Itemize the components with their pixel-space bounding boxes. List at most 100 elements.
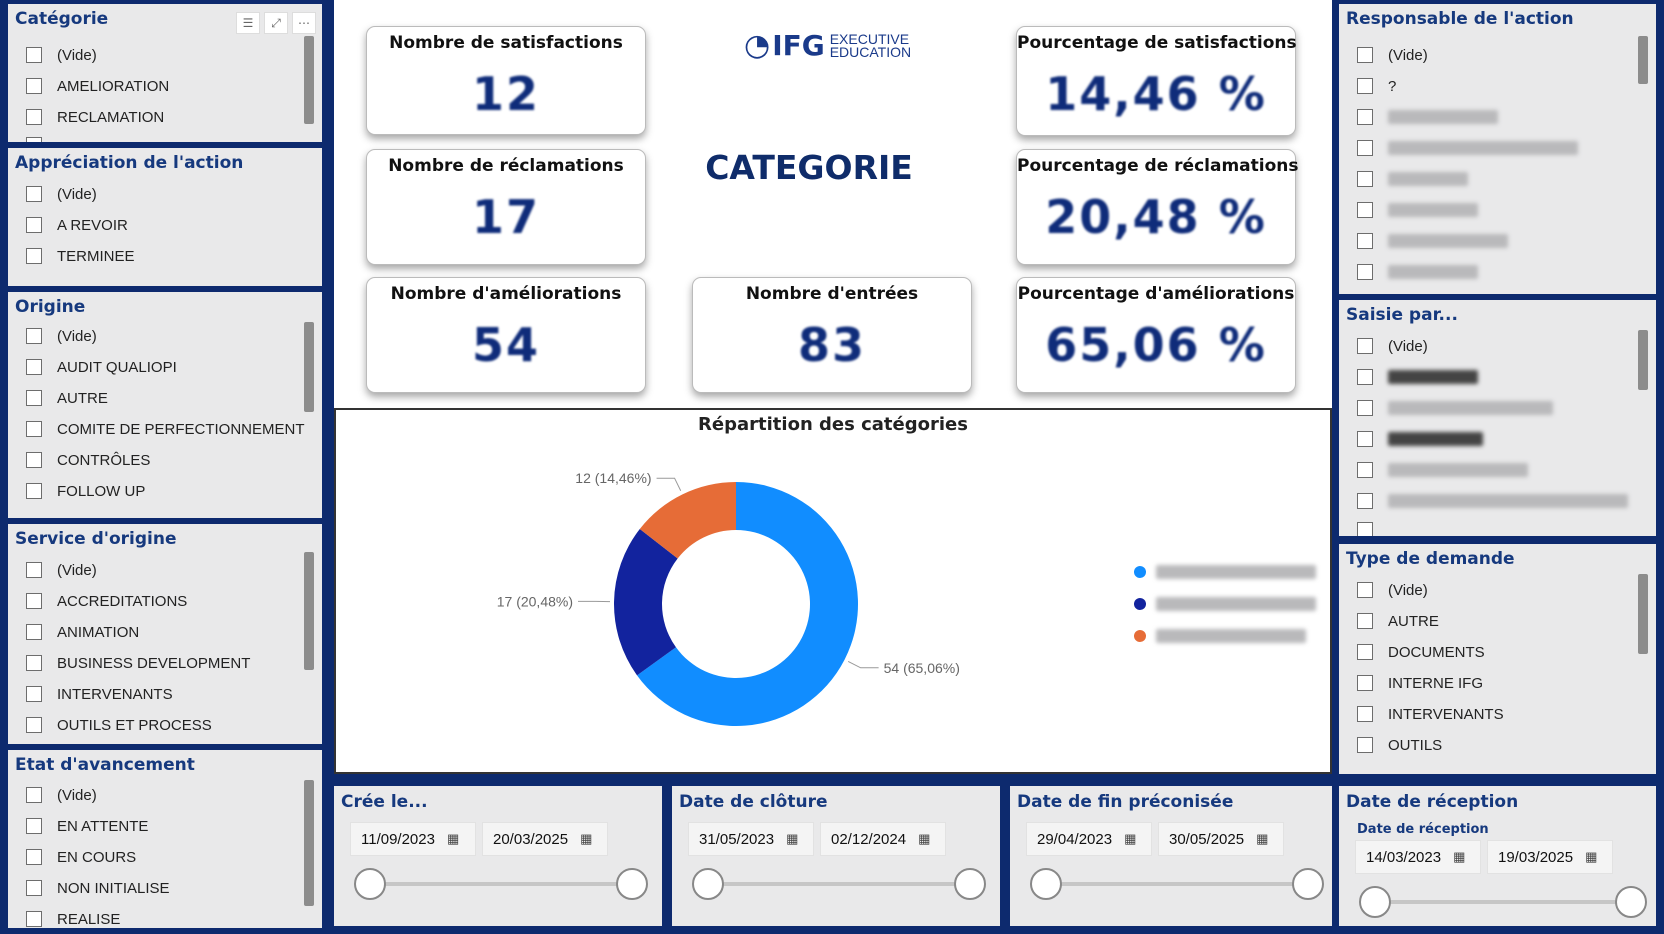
slicer-item[interactable]: ? [1357,76,1396,96]
slicer-item[interactable]: CONTRÔLES [26,450,150,470]
checkbox[interactable] [1357,140,1373,156]
checkbox[interactable] [26,686,42,702]
scrollbar[interactable] [304,780,314,906]
slicer-item[interactable] [1357,169,1468,189]
calendar-icon[interactable]: ▦ [1453,849,1465,865]
scrollbar[interactable] [1638,36,1648,84]
slicer-item[interactable]: INTERNE IFG [1357,673,1483,693]
checkbox[interactable] [26,880,42,896]
calendar-icon[interactable]: ▦ [1256,831,1268,847]
calendar-icon[interactable]: ▦ [786,831,798,847]
checkbox[interactable] [26,78,42,94]
start-date-input[interactable]: 14/03/2023 ▦ [1355,840,1481,874]
checkbox[interactable] [26,911,42,927]
checkbox[interactable] [1357,264,1373,280]
checkbox[interactable] [26,109,42,125]
slicer-item[interactable]: OUTILS [1357,735,1442,755]
slicer-item[interactable]: BUSINESS DEVELOPMENT [26,653,250,673]
scrollbar[interactable] [304,552,314,670]
legend-item[interactable] [1134,594,1316,614]
checkbox[interactable] [26,186,42,202]
slicer-item[interactable] [1357,231,1508,251]
slicer-item[interactable]: A REVOIR [26,215,128,235]
slider-start-handle[interactable] [692,868,724,900]
checkbox[interactable] [1357,493,1373,509]
slicer-item[interactable] [1357,262,1478,282]
checkbox[interactable] [1357,522,1373,536]
slicer-item[interactable]: (Vide) [26,326,97,346]
slicer-item[interactable]: (Vide) [26,560,97,580]
end-date-input[interactable]: 30/05/2025 ▦ [1158,822,1284,856]
slicer-item[interactable] [1357,138,1578,158]
checkbox[interactable] [1357,400,1373,416]
checkbox[interactable] [26,655,42,671]
checkbox[interactable] [26,818,42,834]
checkbox[interactable] [26,593,42,609]
slicer-item[interactable]: DOCUMENTS [1357,642,1485,662]
slicer-item[interactable]: NON INITIALISE [26,878,170,898]
checkbox[interactable] [26,562,42,578]
start-date-input[interactable]: 31/05/2023 ▦ [688,822,814,856]
checkbox[interactable] [26,483,42,499]
slicer-item[interactable]: (Vide) [26,184,97,204]
slider-end-handle[interactable] [616,868,648,900]
scrollbar[interactable] [304,36,314,124]
slicer-item[interactable]: ANIMATION [26,622,139,642]
checkbox[interactable] [26,359,42,375]
end-date-input[interactable]: 19/03/2025 ▦ [1487,840,1613,874]
slicer-item[interactable] [1357,200,1478,220]
checkbox[interactable] [1357,644,1373,660]
slicer-item[interactable]: EN COURS [26,847,136,867]
calendar-icon[interactable]: ▦ [580,831,592,847]
checkbox[interactable] [1357,78,1373,94]
slicer-item[interactable] [1357,398,1553,418]
checkbox[interactable] [26,328,42,344]
slicer-item[interactable]: INTERVENANTS [1357,704,1504,724]
filter-icon[interactable]: ☰ [236,12,260,34]
legend-item[interactable] [1134,562,1316,582]
calendar-icon[interactable]: ▦ [1124,831,1136,847]
start-date-input[interactable]: 11/09/2023 ▦ [350,822,476,856]
calendar-icon[interactable]: ▦ [447,831,459,847]
checkbox[interactable] [26,137,42,142]
checkbox[interactable] [1357,47,1373,63]
slicer-item[interactable]: (Vide) [1357,45,1428,65]
checkbox[interactable] [1357,706,1373,722]
slicer-item[interactable]: COMITE DE PERFECTIONNEMENT [26,419,305,439]
slicer-item[interactable] [1357,491,1628,511]
slicer-item[interactable]: TERMINEE [26,246,135,266]
checkbox[interactable] [26,717,42,733]
slicer-item[interactable] [1357,429,1483,449]
checkbox[interactable] [26,217,42,233]
slicer-item[interactable]: FOLLOW UP [26,481,145,501]
slicer-item[interactable]: OUTILS ET PROCESS [26,715,212,735]
slicer-item[interactable] [26,135,57,142]
slicer-item[interactable] [1357,367,1478,387]
slider-start-handle[interactable] [354,868,386,900]
slicer-item[interactable]: AUTRE [1357,611,1439,631]
slicer-item[interactable]: AUTRE [26,388,108,408]
slicer-item[interactable]: AUDIT QUALIOPI [26,357,177,377]
scrollbar[interactable] [1638,574,1648,654]
checkbox[interactable] [26,421,42,437]
slicer-item[interactable]: (Vide) [26,785,97,805]
slicer-item[interactable]: EN ATTENTE [26,816,148,836]
legend-item[interactable] [1134,626,1316,646]
checkbox[interactable] [26,248,42,264]
slicer-item[interactable]: (Vide) [26,45,97,65]
focus-mode-icon[interactable]: ⤢ [264,12,288,34]
slider-end-handle[interactable] [954,868,986,900]
checkbox[interactable] [26,390,42,406]
slider-end-handle[interactable] [1615,886,1647,918]
slider-start-handle[interactable] [1359,886,1391,918]
checkbox[interactable] [1357,675,1373,691]
checkbox[interactable] [1357,109,1373,125]
slicer-item[interactable]: (Vide) [1357,580,1428,600]
slicer-item[interactable]: ACCREDITATIONS [26,591,187,611]
slider-start-handle[interactable] [1030,868,1062,900]
slicer-item[interactable]: AMELIORATION [26,76,169,96]
checkbox[interactable] [1357,233,1373,249]
scrollbar[interactable] [1638,330,1648,390]
checkbox[interactable] [1357,582,1373,598]
slicer-item[interactable]: RECLAMATION [26,107,164,127]
